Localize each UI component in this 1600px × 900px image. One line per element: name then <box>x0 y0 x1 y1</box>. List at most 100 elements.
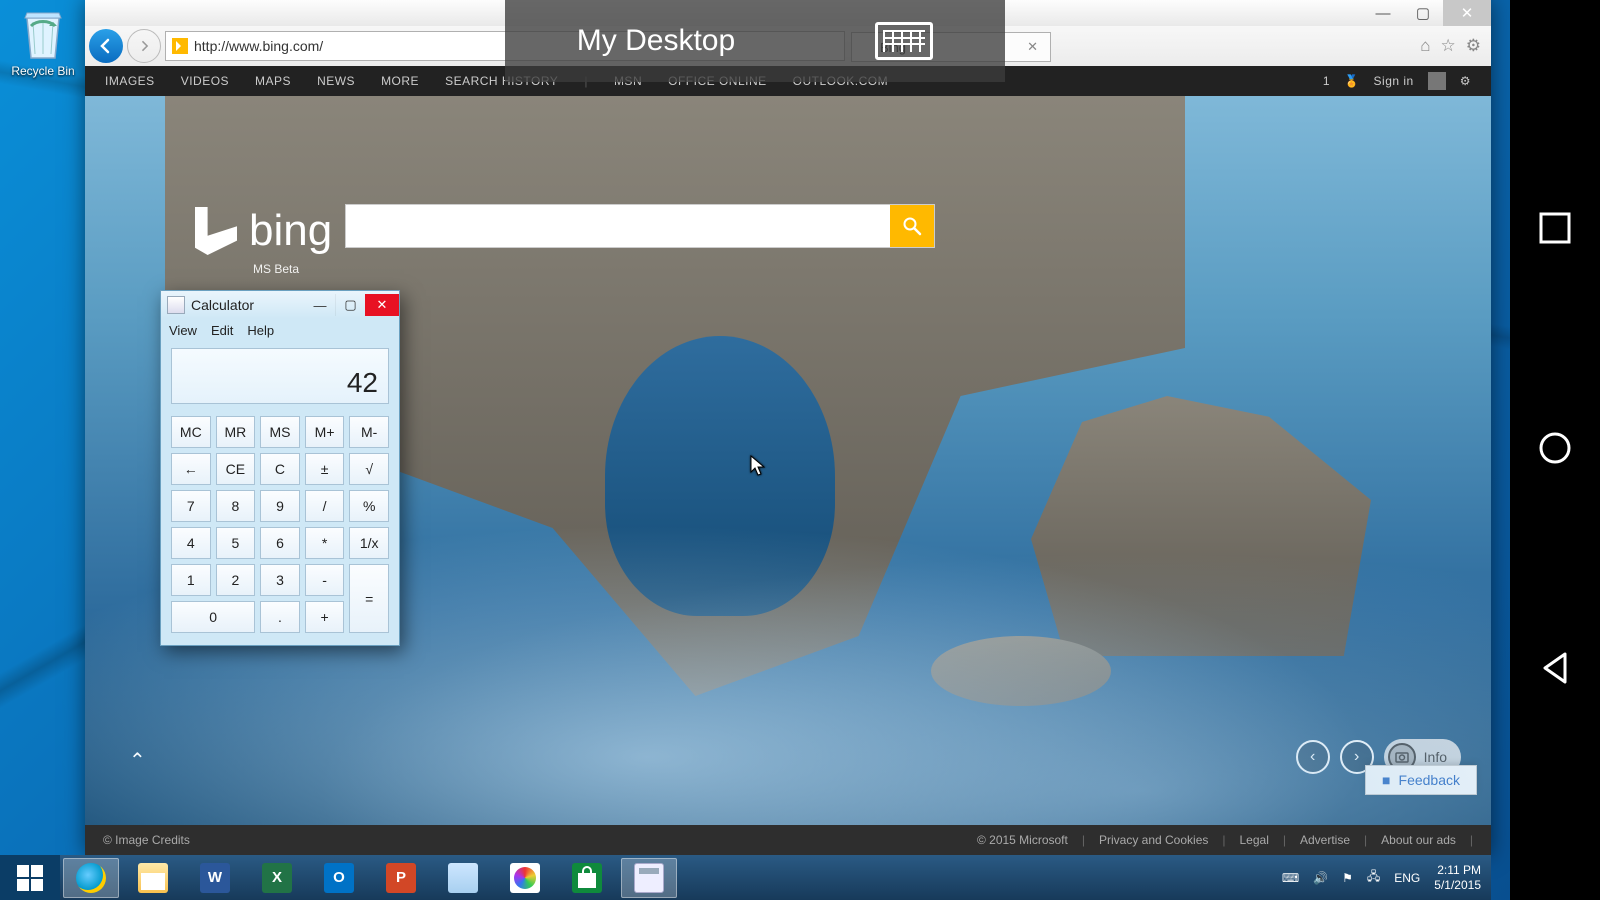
bing-advertise-link[interactable]: Advertise <box>1300 833 1350 847</box>
calculator-close-button[interactable] <box>365 294 399 316</box>
tray-flag-icon[interactable]: ⚑ <box>1342 871 1353 885</box>
android-home-button[interactable] <box>1535 428 1575 473</box>
calc-key-equals[interactable]: = <box>349 564 389 633</box>
calc-key-add[interactable]: + <box>305 601 345 633</box>
calculator-menu-help[interactable]: Help <box>247 323 274 338</box>
bing-info-label: Info <box>1424 749 1447 765</box>
calc-key-5[interactable]: 5 <box>216 527 256 559</box>
calc-key-multiply[interactable]: * <box>305 527 345 559</box>
calculator-titlebar[interactable]: Calculator <box>161 291 399 319</box>
bing-image-credits[interactable]: © Image Credits <box>103 833 190 847</box>
calc-key-c[interactable]: C <box>260 453 300 485</box>
bing-privacy-link[interactable]: Privacy and Cookies <box>1099 833 1208 847</box>
taskbar-ie-button[interactable] <box>63 858 119 898</box>
calc-key-plusminus[interactable]: ± <box>305 453 345 485</box>
calc-key-6[interactable]: 6 <box>260 527 300 559</box>
bing-aboutads-link[interactable]: About our ads <box>1381 833 1456 847</box>
taskbar-powerpoint-button[interactable]: P <box>373 858 429 898</box>
bing-search-input[interactable] <box>346 205 890 247</box>
calculator-menu-edit[interactable]: Edit <box>211 323 233 338</box>
bing-signin-link[interactable]: Sign in <box>1374 74 1414 88</box>
tray-clock[interactable]: 2:11 PM 5/1/2015 <box>1434 863 1481 892</box>
calc-key-reciprocal[interactable]: 1/x <box>349 527 389 559</box>
bing-settings-icon[interactable]: ⚙ <box>1460 74 1471 88</box>
bing-avatar-icon[interactable] <box>1428 72 1446 90</box>
ie-tab-close-button[interactable]: ✕ <box>1023 39 1042 55</box>
bing-nav-maps[interactable]: MAPS <box>255 74 291 88</box>
calc-key-backspace[interactable]: ← <box>171 453 211 485</box>
bing-feedback-button[interactable]: Feedback <box>1365 765 1477 795</box>
bing-rewards-count[interactable]: 1 <box>1323 74 1330 88</box>
calc-key-mc[interactable]: MC <box>171 416 211 448</box>
ie-minimize-button[interactable]: — <box>1363 0 1403 26</box>
calc-key-decimal[interactable]: . <box>260 601 300 633</box>
bing-rewards-icon[interactable]: 🏅 <box>1344 74 1359 88</box>
recycle-bin-icon[interactable]: Recycle Bin <box>8 8 78 78</box>
system-tray: ⌨ 🔊 ⚑ 🖧 ENG 2:11 PM 5/1/2015 <box>1282 863 1491 892</box>
taskbar-paint-button[interactable] <box>497 858 553 898</box>
calc-key-mminus[interactable]: M- <box>349 416 389 448</box>
calc-key-ce[interactable]: CE <box>216 453 256 485</box>
bing-prev-button[interactable]: ‹ <box>1296 740 1330 774</box>
tray-language[interactable]: ENG <box>1394 871 1420 885</box>
calc-key-4[interactable]: 4 <box>171 527 211 559</box>
tray-keyboard-icon[interactable]: ⌨ <box>1282 871 1299 885</box>
file-explorer-icon <box>138 863 168 893</box>
calc-key-mr[interactable]: MR <box>216 416 256 448</box>
calc-key-divide[interactable]: / <box>305 490 345 522</box>
calculator-minimize-button[interactable] <box>305 294 335 316</box>
calc-key-subtract[interactable]: - <box>305 564 345 596</box>
taskbar-excel-button[interactable]: X <box>249 858 305 898</box>
bing-legal-link[interactable]: Legal <box>1240 833 1269 847</box>
taskbar-explorer-button[interactable] <box>125 858 181 898</box>
ie-favorites-icon[interactable]: ☆ <box>1441 36 1456 56</box>
ie-home-icon[interactable]: ⌂ <box>1420 36 1430 56</box>
calc-key-8[interactable]: 8 <box>216 490 256 522</box>
tray-volume-icon[interactable]: 🔊 <box>1313 871 1328 885</box>
bing-nav-news[interactable]: NEWS <box>317 74 355 88</box>
taskbar-store-button[interactable] <box>559 858 615 898</box>
bing-logo[interactable]: bing MS Beta <box>195 206 332 256</box>
calc-key-2[interactable]: 2 <box>216 564 256 596</box>
taskbar-outlook-button[interactable]: O <box>311 858 367 898</box>
bing-nav-images[interactable]: IMAGES <box>105 74 155 88</box>
taskbar-calculator-button[interactable] <box>621 858 677 898</box>
android-recent-button[interactable] <box>1535 208 1575 253</box>
taskbar-word-button[interactable]: W <box>187 858 243 898</box>
calc-key-1[interactable]: 1 <box>171 564 211 596</box>
tray-date: 5/1/2015 <box>1434 878 1481 892</box>
calculator-app-icon <box>167 296 185 314</box>
calc-key-sqrt[interactable]: √ <box>349 453 389 485</box>
calc-key-mplus[interactable]: M+ <box>305 416 345 448</box>
ie-forward-button[interactable] <box>127 29 161 63</box>
calc-key-percent[interactable]: % <box>349 490 389 522</box>
calc-key-0[interactable]: 0 <box>171 601 255 633</box>
bing-expand-button[interactable]: ⌃ <box>129 748 146 773</box>
ie-settings-icon[interactable]: ⚙ <box>1466 36 1481 56</box>
start-button[interactable] <box>0 855 60 900</box>
bing-next-button[interactable]: › <box>1340 740 1374 774</box>
android-back-button[interactable] <box>1535 648 1575 693</box>
tray-time: 2:11 PM <box>1434 863 1481 877</box>
bing-info-button[interactable]: Info <box>1384 739 1461 775</box>
ie-icon <box>76 863 106 893</box>
calc-key-3[interactable]: 3 <box>260 564 300 596</box>
bing-nav-videos[interactable]: VIDEOS <box>181 74 229 88</box>
ie-back-button[interactable] <box>89 29 123 63</box>
paint-icon <box>510 863 540 893</box>
bing-nav-more[interactable]: MORE <box>381 74 419 88</box>
ie-close-button[interactable]: ✕ <box>1443 0 1491 26</box>
remote-session-banner[interactable]: My Desktop <box>505 0 1005 82</box>
calculator-maximize-button[interactable] <box>335 294 365 316</box>
remote-session-title: My Desktop <box>577 24 735 58</box>
tray-network-icon[interactable]: 🖧 <box>1367 867 1380 888</box>
bing-search-button[interactable] <box>890 205 934 247</box>
remote-keyboard-button[interactable] <box>875 22 933 60</box>
calc-key-ms[interactable]: MS <box>260 416 300 448</box>
calc-key-7[interactable]: 7 <box>171 490 211 522</box>
taskbar-stickynotes-button[interactable] <box>435 858 491 898</box>
hero-arch-hole <box>605 336 835 616</box>
calc-key-9[interactable]: 9 <box>260 490 300 522</box>
calculator-menu-view[interactable]: View <box>169 323 197 338</box>
ie-maximize-button[interactable]: ▢ <box>1403 0 1443 26</box>
